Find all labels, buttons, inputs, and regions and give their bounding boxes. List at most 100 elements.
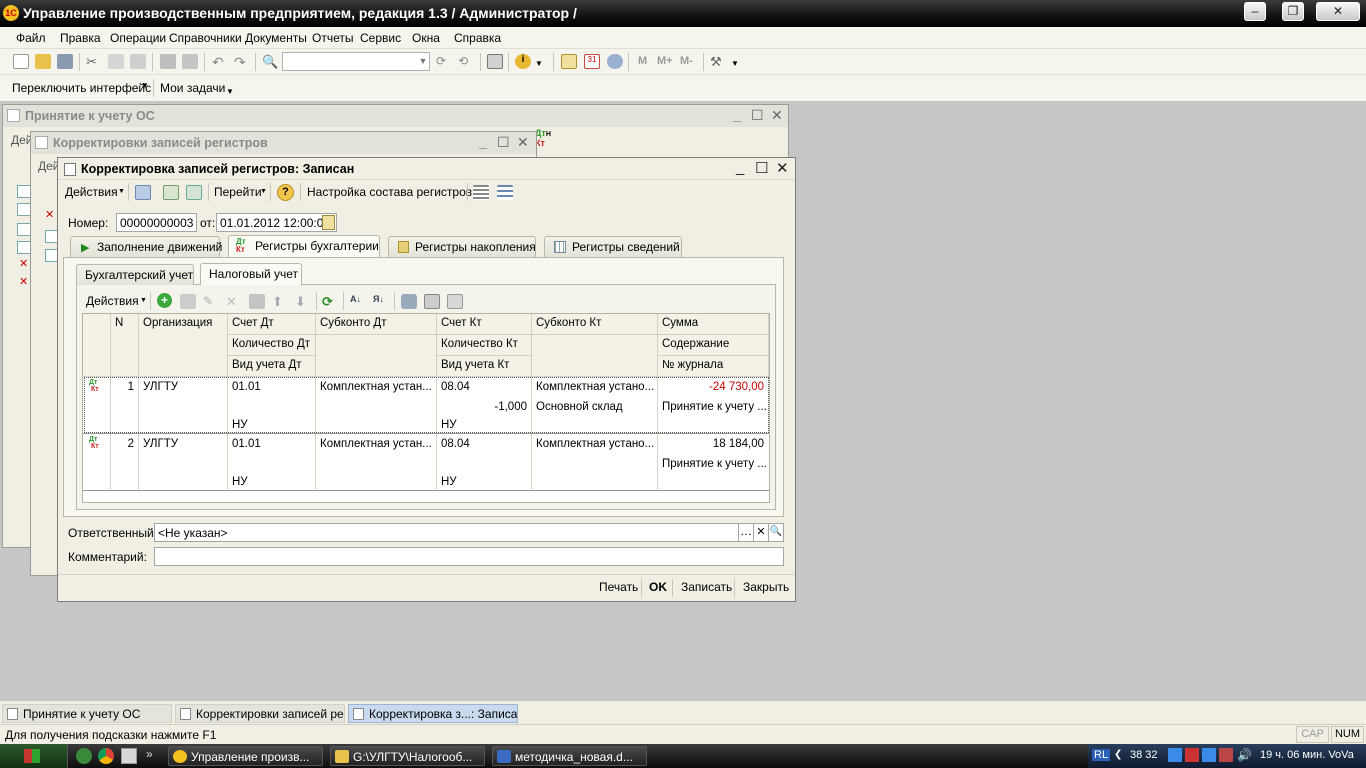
sort-desc-icon[interactable]: Я↓	[373, 294, 389, 309]
sort-asc-icon[interactable]: A↓	[350, 294, 366, 309]
clear-icon[interactable]: ✕	[753, 523, 769, 542]
memory-plus-icon[interactable]: M+	[657, 55, 673, 67]
table-cell-org[interactable]: УЛГТУ	[139, 379, 227, 395]
delete-icon[interactable]: ✕	[226, 294, 242, 309]
chrome-icon[interactable]	[98, 748, 114, 764]
redo-icon[interactable]: ↷	[234, 54, 250, 70]
network-icon[interactable]	[1168, 748, 1182, 762]
table-cell-acc-dt[interactable]: 01.01	[228, 436, 315, 452]
windows-icon[interactable]	[487, 54, 503, 69]
minimize-icon[interactable]: _	[479, 134, 487, 150]
table-cell-acc-dt[interactable]: 01.01	[228, 379, 315, 395]
close-icon[interactable]: ✕	[776, 159, 789, 177]
save-button[interactable]: Записать	[681, 580, 732, 594]
find-next-icon[interactable]: ⟳	[436, 54, 452, 69]
window-tab-os-acceptance[interactable]: Принятие к учету ОС	[2, 704, 172, 723]
table-cell-acc-kt[interactable]: 08.04	[437, 379, 531, 395]
table-cell-sub-kt2[interactable]: Основной склад	[532, 399, 657, 415]
calendar-icon[interactable]	[322, 215, 335, 230]
search-icon[interactable]: 🔍	[262, 54, 278, 69]
select-button[interactable]: …	[738, 523, 754, 542]
menu-help[interactable]: Справка	[454, 31, 501, 45]
column-header-type-kt[interactable]: Вид учета Кт	[437, 356, 532, 377]
table-cell-content[interactable]: Принятие к учету ...	[658, 399, 768, 415]
help-icon[interactable]: ?	[277, 184, 294, 201]
chevron-down-icon[interactable]: ▼	[226, 87, 234, 96]
find-prev-icon[interactable]: ⟲	[458, 54, 474, 69]
new-icon[interactable]	[13, 54, 29, 69]
maximize-icon[interactable]: ☐	[755, 159, 768, 177]
number-field[interactable]: 00000000003	[116, 213, 197, 232]
calendar-icon[interactable]: 31	[584, 54, 600, 69]
memory-minus-icon[interactable]: M-	[680, 55, 693, 67]
column-header-acc-dt[interactable]: Счет Дт	[228, 314, 316, 335]
chevron-down-icon[interactable]: ▼	[260, 188, 267, 195]
menu-reports[interactable]: Отчеты	[312, 31, 353, 45]
table-cell-sub-kt[interactable]: Комплектная устано...	[532, 379, 657, 395]
table-cell-acc-kt[interactable]: 08.04	[437, 436, 531, 452]
actions-menu-button[interactable]: Действия	[65, 185, 118, 199]
tab-tax-accounting[interactable]: Налоговый учет	[200, 263, 302, 285]
date-field[interactable]: 01.01.2012 12:00:02	[216, 213, 337, 232]
save-icon[interactable]	[57, 54, 73, 69]
menu-file[interactable]: Файл	[16, 31, 46, 45]
taskbar-item-folder[interactable]: G:\УЛГТУ\Налогооб...	[330, 746, 485, 766]
table-cell-type-dt[interactable]: НУ	[228, 417, 315, 433]
print-preview-icon[interactable]	[182, 54, 198, 69]
tab-accounting-registers[interactable]: Дт Кт Регистры бухгалтерии	[228, 235, 380, 257]
copy-row-icon[interactable]	[180, 294, 196, 309]
table-cell-n[interactable]: 2	[111, 436, 138, 452]
structure-icon[interactable]	[497, 185, 513, 200]
language-indicator[interactable]: RL	[1092, 749, 1111, 761]
print-icon[interactable]	[160, 54, 176, 69]
print-button[interactable]: Печать	[599, 580, 638, 594]
start-button[interactable]	[0, 744, 68, 768]
print-icon[interactable]	[447, 294, 463, 309]
cut-icon[interactable]: ✂	[86, 54, 102, 69]
taskbar-item-word[interactable]: методичка_новая.d...	[492, 746, 647, 766]
menu-catalogs[interactable]: Справочники	[169, 31, 242, 45]
comment-field[interactable]	[154, 547, 784, 566]
open-icon[interactable]: 🔍	[768, 523, 784, 542]
table-cell-content[interactable]: Принятие к учету ...	[658, 456, 768, 472]
chevron-down-icon[interactable]: ▼	[731, 59, 739, 68]
paste-icon[interactable]	[130, 54, 146, 69]
open-icon[interactable]	[35, 54, 51, 69]
copy-icon[interactable]	[108, 54, 124, 69]
undo-icon[interactable]: ↶	[212, 54, 228, 70]
switch-interface-button[interactable]: Переключить интерфейс	[12, 81, 151, 95]
list-view-icon[interactable]	[473, 185, 489, 200]
close-button[interactable]: Закрыть	[743, 580, 789, 594]
table-cell-type-kt[interactable]: НУ	[437, 474, 531, 490]
close-icon[interactable]: ✕	[517, 134, 529, 151]
column-header-sub-kt[interactable]: Субконто Кт	[532, 314, 658, 335]
tab-accumulation-registers[interactable]: Регистры накопления	[388, 236, 536, 257]
table-cell-qty-kt[interactable]: -1,000	[437, 399, 531, 415]
tools-icon[interactable]: ⚒	[710, 54, 726, 69]
column-header-n[interactable]: N	[111, 314, 139, 377]
menu-operations[interactable]: Операции	[110, 31, 166, 45]
column-header-sub-dt[interactable]: Субконто Дт	[316, 314, 437, 335]
app-quicklaunch-icon[interactable]	[121, 748, 137, 764]
table-cell-sum[interactable]: -24 730,00	[658, 379, 768, 395]
chevron-down-icon[interactable]: ▼	[141, 81, 149, 90]
table-cell-type-kt[interactable]: НУ	[437, 417, 531, 433]
column-header-sum[interactable]: Сумма	[658, 314, 769, 335]
taskbar-item-1c[interactable]: Управление произв...	[168, 746, 323, 766]
menu-service[interactable]: Сервис	[360, 31, 401, 45]
copy-doc-icon[interactable]	[186, 185, 202, 200]
tab-information-registers[interactable]: Регистры сведений	[544, 236, 682, 257]
ok-button[interactable]: OK	[649, 580, 667, 594]
chevron-down-icon[interactable]: ▼	[118, 188, 125, 195]
network2-icon[interactable]	[1202, 748, 1216, 762]
table-cell-sub-dt[interactable]: Комплектная устан...	[316, 379, 436, 395]
columns-icon[interactable]	[424, 294, 440, 309]
menu-edit[interactable]: Правка	[60, 31, 101, 45]
table-cell-type-dt[interactable]: НУ	[228, 474, 315, 490]
chevron-down-icon[interactable]: ▼	[535, 59, 543, 68]
volume-icon[interactable]: 🔊	[1237, 748, 1252, 762]
column-header-journal[interactable]: № журнала	[658, 356, 769, 377]
column-header-type-dt[interactable]: Вид учета Дт	[228, 356, 316, 377]
menu-documents[interactable]: Документы	[245, 31, 307, 45]
column-header-qty-dt[interactable]: Количество Дт	[228, 335, 316, 356]
